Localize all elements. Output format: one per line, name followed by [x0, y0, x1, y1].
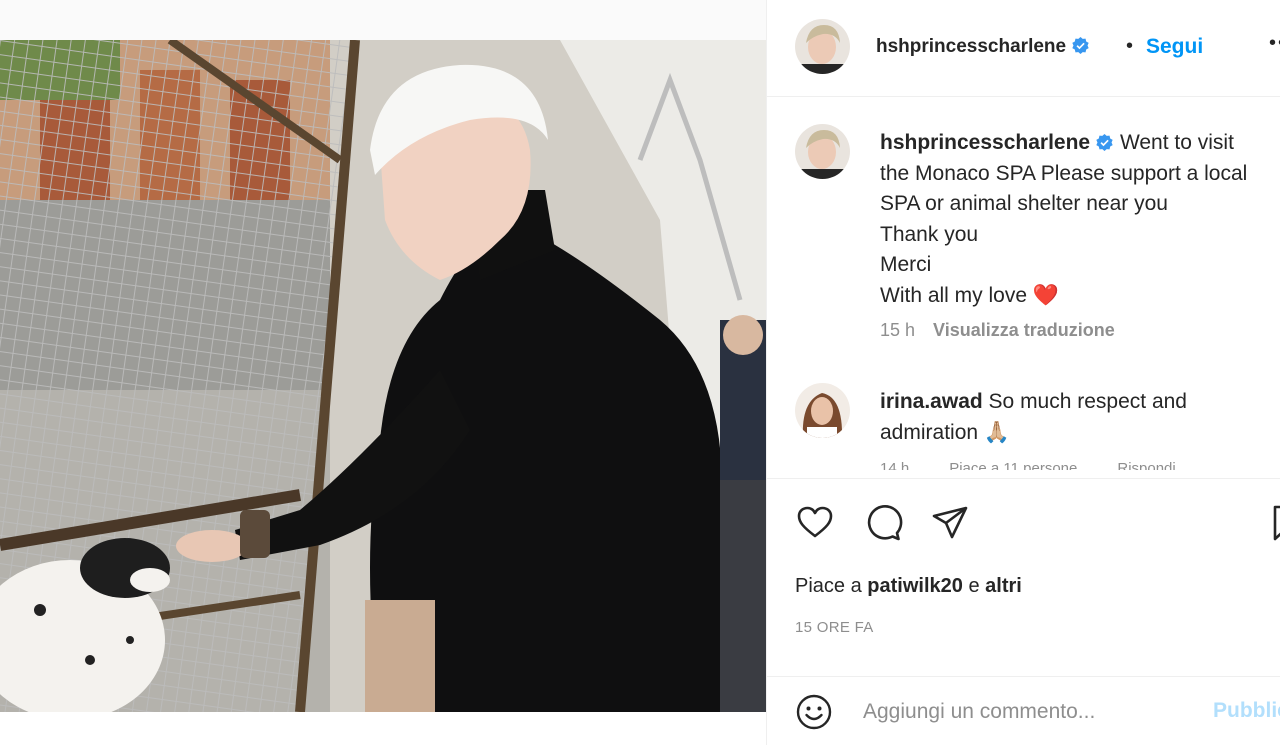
follow-button[interactable]: Segui: [1146, 35, 1203, 59]
comment-icon[interactable]: [863, 503, 903, 543]
bookmark-icon[interactable]: [1267, 503, 1280, 543]
comment-time[interactable]: 14 h: [880, 460, 909, 470]
caption-author-avatar[interactable]: [795, 124, 850, 179]
emoji-icon[interactable]: [795, 693, 833, 731]
reply-button[interactable]: Rispondi: [1117, 460, 1175, 470]
add-comment-bar: Pubblica: [767, 676, 1280, 745]
more-options-icon[interactable]: •••: [1269, 32, 1280, 55]
see-translation-button[interactable]: Visualizza traduzione: [933, 320, 1115, 340]
caption-text: hshprincesscharlene Went to visit the Mo…: [880, 128, 1280, 311]
author-username[interactable]: hshprincesscharlene: [876, 36, 1090, 58]
share-icon[interactable]: [930, 503, 970, 543]
post-timestamp[interactable]: 15 ORE FA: [795, 619, 874, 636]
post-actions: Piace a patiwilk20 e altri 15 ORE FA: [767, 478, 1280, 666]
comment-line: admiration: [880, 420, 979, 444]
verified-badge-icon: [1072, 36, 1089, 55]
likes-conjunction: e: [968, 575, 980, 597]
heart-icon[interactable]: [795, 503, 835, 543]
comment-meta: 14 h Piace a 11 persone Rispondi: [880, 460, 1216, 470]
caption-meta: 15 h Visualizza traduzione: [880, 320, 1115, 341]
verified-badge-icon: [1096, 133, 1113, 152]
likes-prefix: Piace a: [795, 575, 862, 597]
caption-line: Went to visit: [1119, 131, 1234, 154]
comment-input[interactable]: [863, 695, 1183, 729]
caption-line: Merci: [880, 253, 932, 276]
post-header: hshprincesscharlene • Segui •••: [767, 0, 1280, 97]
comment-text: irina.awad So much respect and admiratio…: [880, 387, 1270, 448]
comment-line: So much respect and: [988, 390, 1187, 413]
comment-emoji: 🙏🏼: [983, 420, 1011, 444]
caption-username[interactable]: hshprincesscharlene: [880, 131, 1090, 154]
post-photo[interactable]: [0, 40, 766, 712]
caption-time[interactable]: 15 h: [880, 320, 915, 340]
likes-others-link[interactable]: altri: [985, 575, 1022, 597]
comments-list[interactable]: hshprincesscharlene Went to visit the Mo…: [767, 98, 1280, 470]
heart-emoji: ❤️: [1032, 283, 1060, 307]
photo-illustration: [0, 40, 766, 712]
header-separator: •: [1126, 35, 1134, 57]
post-side-panel: hshprincesscharlene • Segui ••• hshprinc…: [766, 0, 1280, 745]
commenter-username[interactable]: irina.awad: [880, 390, 983, 413]
liker-username[interactable]: patiwilk20: [867, 575, 963, 597]
author-username-text[interactable]: hshprincesscharlene: [876, 36, 1066, 57]
post-media: [0, 0, 766, 745]
likes-summary: Piace a patiwilk20 e altri: [795, 575, 1022, 598]
caption-line: SPA or animal shelter near you: [880, 192, 1168, 215]
commenter-avatar[interactable]: [795, 383, 850, 438]
publish-button[interactable]: Pubblica: [1213, 699, 1280, 723]
comment-likes-count[interactable]: Piace a 11 persone: [949, 460, 1077, 470]
media-top-margin: [0, 0, 766, 40]
caption-line: Thank you: [880, 222, 979, 246]
caption-line: With all my love: [880, 283, 1028, 307]
author-avatar[interactable]: [795, 19, 850, 74]
caption-line: the Monaco SPA Please support a local: [880, 161, 1248, 185]
